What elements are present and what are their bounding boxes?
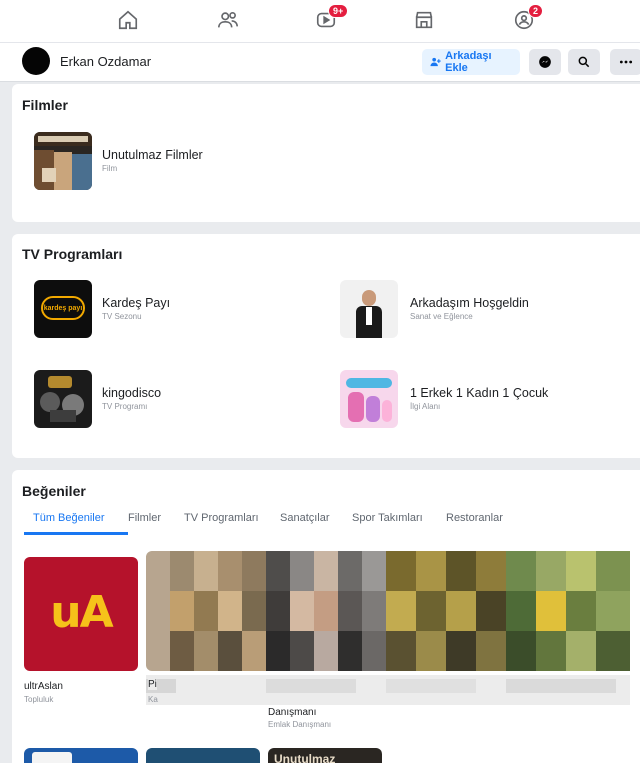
tv-card: TV Programları kardeş payı Kardeş Payı T… — [12, 234, 640, 458]
like-category: Topluluk — [24, 695, 54, 704]
tab-artists[interactable]: Sanatçılar — [280, 512, 330, 524]
top-nav: 9+ 2 — [0, 0, 640, 42]
movies-title: Filmler — [22, 97, 68, 113]
tv-name[interactable]: kingodisco — [102, 386, 161, 400]
ultraslan-logo: uA — [50, 587, 113, 638]
bottom-tile-text: Unutulmaz — [274, 752, 336, 763]
movie-name[interactable]: Unutulmaz Filmler — [102, 148, 203, 162]
tv-thumb-kingodisco[interactable] — [34, 370, 92, 428]
like-tile-bottom-3[interactable]: Unutulmaz — [268, 748, 382, 763]
messenger-icon — [539, 56, 551, 68]
tab-restaurants[interactable]: Restoranlar — [446, 512, 503, 524]
like-name[interactable]: Pi — [148, 679, 157, 690]
blurred-captions — [146, 675, 630, 705]
tv-thumb-arkadasim-hosgeldin[interactable] — [340, 280, 398, 338]
like-tile-bottom-1[interactable] — [24, 748, 138, 763]
movie-category: Film — [102, 164, 118, 173]
watch-badge: 9+ — [328, 4, 349, 18]
friends-icon[interactable] — [216, 8, 240, 32]
tv-title: TV Programları — [22, 246, 123, 262]
tv-category: TV Sezonu — [102, 312, 142, 321]
groups-badge: 2 — [528, 4, 544, 18]
active-tab-indicator — [24, 532, 128, 535]
tv-name[interactable]: Arkadaşım Hoşgeldin — [410, 296, 529, 310]
like-category: Ka — [148, 695, 158, 704]
more-icon — [619, 60, 633, 64]
add-friend-icon — [430, 57, 441, 67]
messenger-button[interactable] — [529, 49, 561, 75]
like-name[interactable]: ultrAslan — [24, 681, 63, 692]
tab-all-likes[interactable]: Tüm Beğeniler — [33, 512, 105, 524]
like-name[interactable]: Danışmanı — [268, 707, 316, 718]
likes-title: Beğeniler — [22, 483, 86, 499]
like-tile-ultraslan[interactable]: uA — [24, 557, 138, 671]
blurred-likes-region — [146, 551, 630, 671]
add-friend-button[interactable]: Arkadaşı Ekle — [422, 49, 520, 75]
tv-category: İlgi Alanı — [410, 402, 441, 411]
like-tile-bottom-2[interactable] — [146, 748, 260, 763]
tab-movies[interactable]: Filmler — [128, 512, 161, 524]
movie-thumb[interactable] — [34, 132, 92, 190]
likes-card: Beğeniler Tüm Beğeniler Filmler TV Progr… — [12, 470, 640, 763]
search-icon — [578, 56, 590, 68]
home-icon[interactable] — [116, 8, 140, 32]
tv-category: TV Programı — [102, 402, 148, 411]
groups-icon[interactable]: 2 — [512, 4, 544, 32]
add-friend-label: Arkadaşı Ekle — [445, 50, 492, 74]
profile-bar: Erkan Ozdamar Arkadaşı Ekle — [0, 42, 640, 82]
tv-thumb-1-erkek[interactable] — [340, 370, 398, 428]
tv-name[interactable]: Kardeş Payı — [102, 296, 170, 310]
avatar[interactable] — [22, 47, 50, 75]
search-button[interactable] — [568, 49, 600, 75]
more-button[interactable] — [610, 49, 640, 75]
movies-card: Filmler Unutulmaz Filmler Film — [12, 84, 640, 222]
marketplace-icon[interactable] — [412, 8, 436, 32]
profile-name[interactable]: Erkan Ozdamar — [60, 54, 151, 69]
tab-sports-teams[interactable]: Spor Takımları — [352, 512, 423, 524]
watch-icon[interactable]: 9+ — [314, 4, 349, 32]
tv-thumb-kardes-payi[interactable]: kardeş payı — [34, 280, 92, 338]
like-category: Emlak Danışmanı — [268, 720, 332, 729]
kardes-payi-logo: kardeş payı — [41, 296, 85, 320]
tv-category: Sanat ve Eğlence — [410, 312, 473, 321]
tv-name[interactable]: 1 Erkek 1 Kadın 1 Çocuk — [410, 386, 548, 400]
tab-tv-shows[interactable]: TV Programları — [184, 512, 259, 524]
